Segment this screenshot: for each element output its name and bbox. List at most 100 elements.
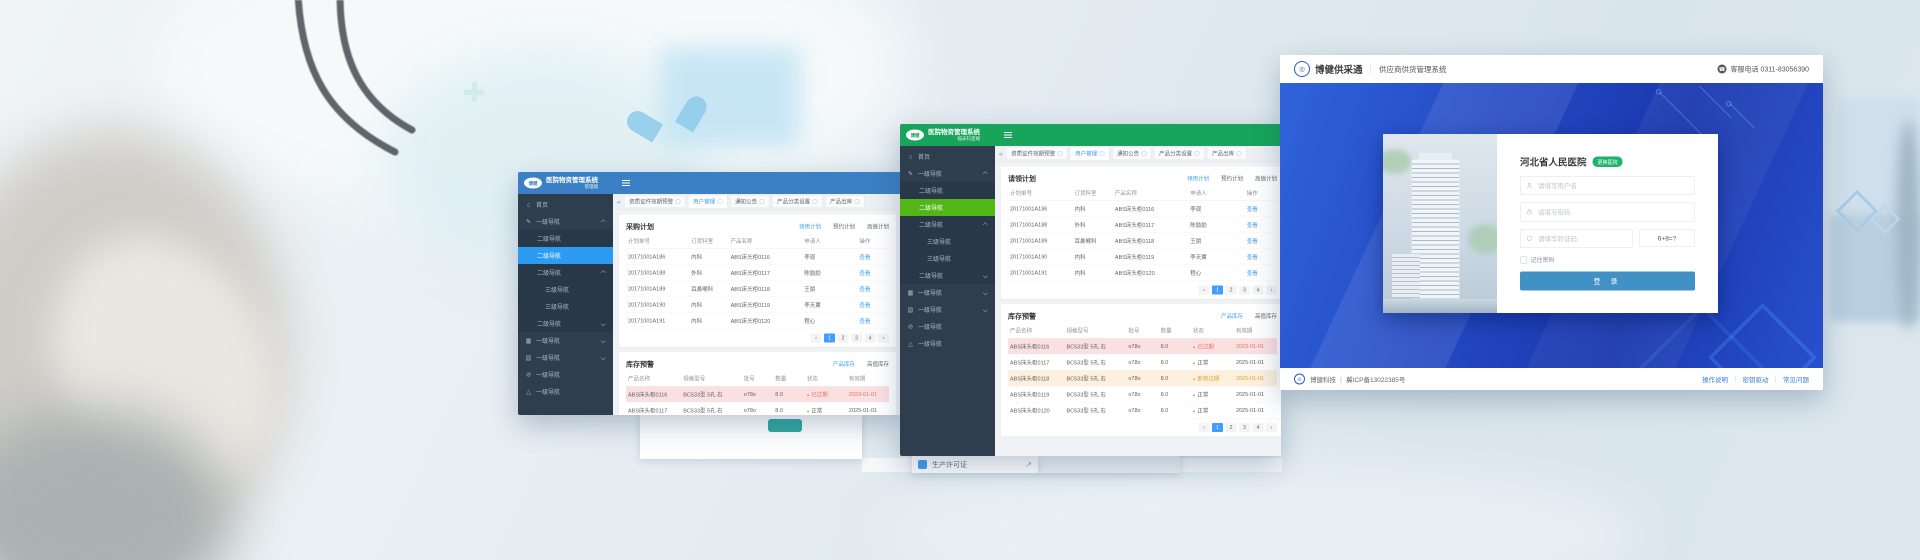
tab-4[interactable]: 产品出库 — [825, 195, 865, 208]
footer-link-key-driver[interactable]: 密钥驱动 — [1742, 374, 1768, 384]
page-prev[interactable]: ‹ — [1199, 286, 1210, 295]
sidebar-item-3[interactable]: 二级导航 — [518, 247, 613, 264]
collapse-tabs-icon[interactable]: « — [617, 198, 621, 206]
page-2[interactable]: 2 — [838, 334, 849, 343]
sidebar-item-10[interactable]: ⊘一级导航 — [518, 366, 613, 383]
tab-close-icon[interactable] — [676, 199, 681, 204]
sidebar-item-10[interactable]: ⊘一级导航 — [900, 318, 995, 335]
tab-close-icon[interactable] — [718, 199, 723, 204]
sidebar-item-label: 一级导航 — [536, 353, 560, 362]
tab-close-icon[interactable] — [855, 199, 860, 204]
page-3[interactable]: 3 — [1239, 286, 1250, 295]
sidebar-item-8[interactable]: ▦一级导航 — [900, 284, 995, 301]
sidebar-item-2[interactable]: 二级导航 — [518, 230, 613, 247]
page-2[interactable]: 2 — [1226, 286, 1237, 295]
tab-0[interactable]: 资质证件效期预警 — [624, 195, 686, 208]
view-link[interactable]: 查看 — [859, 302, 870, 308]
hospital-badge[interactable]: 更换医院 — [1593, 157, 1623, 168]
sidebar-item-6[interactable]: 三级导航 — [518, 298, 613, 315]
sidebar-item-11[interactable]: △一级导航 — [518, 383, 613, 400]
view-link[interactable]: 查看 — [859, 270, 870, 276]
tab-close-icon[interactable] — [760, 199, 765, 204]
page-1[interactable]: 1 — [824, 334, 835, 343]
card-link-2[interactable]: 高值计划 — [867, 223, 889, 231]
captcha-field[interactable] — [1537, 234, 1627, 243]
sidebar-item-9[interactable]: ▤一级导航 — [518, 349, 613, 366]
sidebar-item-2[interactable]: 二级导航 — [900, 182, 995, 199]
tab-close-icon[interactable] — [1058, 151, 1063, 156]
sidebar-item-11[interactable]: △一级导航 — [900, 335, 995, 352]
page-1[interactable]: 1 — [1212, 286, 1223, 295]
footer-link-faq[interactable]: 常见问题 — [1783, 374, 1809, 384]
tab-close-icon[interactable] — [813, 199, 818, 204]
page-prev[interactable]: ‹ — [811, 334, 822, 343]
view-link[interactable]: 查看 — [1247, 206, 1258, 212]
page-next[interactable]: › — [1266, 286, 1277, 295]
page-next[interactable]: › — [1266, 423, 1277, 432]
tab-0[interactable]: 资质证件效期预警 — [1006, 147, 1068, 160]
card-link-1[interactable]: 高值库存 — [1255, 312, 1277, 320]
tab-close-icon[interactable] — [1142, 151, 1147, 156]
page-next[interactable]: › — [878, 334, 889, 343]
view-link[interactable]: 查看 — [1247, 254, 1258, 260]
page-3[interactable]: 3 — [1239, 423, 1250, 432]
footer-link-help[interactable]: 操作说明 — [1702, 374, 1728, 384]
username-field[interactable] — [1537, 181, 1689, 190]
collapse-tabs-icon[interactable]: « — [999, 150, 1003, 158]
hamburger-icon[interactable] — [622, 183, 630, 184]
view-link[interactable]: 查看 — [859, 254, 870, 260]
tab-3[interactable]: 产品分类设置 — [772, 195, 823, 208]
tab-1[interactable]: 用户管理 — [688, 195, 728, 208]
view-link[interactable]: 查看 — [1247, 222, 1258, 228]
page-4[interactable]: 4 — [1253, 423, 1264, 432]
sidebar-item-1[interactable]: ✎一级导航 — [518, 213, 613, 230]
card-link-1[interactable]: 高值库存 — [867, 360, 889, 368]
sidebar-item-0[interactable]: ⌂首页 — [900, 148, 995, 165]
license-list-item[interactable]: 生产许可证 ↗ — [912, 456, 1038, 473]
hamburger-icon[interactable] — [1004, 135, 1012, 136]
tab-2[interactable]: 通知公告 — [730, 195, 770, 208]
view-link[interactable]: 查看 — [1247, 270, 1258, 276]
sidebar-item-7[interactable]: 二级导航 — [518, 315, 613, 332]
tab-close-icon[interactable] — [1195, 151, 1200, 156]
captcha-question[interactable]: 6+8=? — [1639, 229, 1695, 247]
login-button[interactable]: 登 录 — [1520, 272, 1695, 291]
card-link-0[interactable]: 领用计划 — [1187, 175, 1209, 183]
view-link[interactable]: 查看 — [1247, 238, 1258, 244]
tab-close-icon[interactable] — [1100, 151, 1105, 156]
sidebar-item-3[interactable]: 二级导航 — [900, 199, 995, 216]
tab-3[interactable]: 产品分类设置 — [1154, 147, 1205, 160]
view-link[interactable]: 查看 — [859, 318, 870, 324]
sidebar-item-0[interactable]: ⌂首页 — [518, 196, 613, 213]
password-field[interactable] — [1537, 208, 1689, 217]
card-link-0[interactable]: 领用计划 — [799, 223, 821, 231]
tab-1[interactable]: 用户管理 — [1070, 147, 1110, 160]
tab-2[interactable]: 通知公告 — [1112, 147, 1152, 160]
card-link-2[interactable]: 高值计划 — [1255, 175, 1277, 183]
tab-4[interactable]: 产品出库 — [1207, 147, 1247, 160]
sidebar-item-5[interactable]: 三级导航 — [900, 233, 995, 250]
sidebar-item-4[interactable]: 二级导航 — [900, 216, 995, 233]
remember-checkbox[interactable] — [1520, 256, 1527, 263]
page-1[interactable]: 1 — [1212, 423, 1223, 432]
sidebar-item-5[interactable]: 三级导航 — [518, 281, 613, 298]
expand-icon[interactable]: ↗ — [1025, 460, 1032, 469]
fragment-button[interactable] — [768, 419, 802, 432]
sidebar-item-6[interactable]: 三级导航 — [900, 250, 995, 267]
sidebar-item-4[interactable]: 二级导航 — [518, 264, 613, 281]
card-link-0[interactable]: 产品库存 — [1221, 312, 1243, 320]
card-link-1[interactable]: 预约计划 — [833, 223, 855, 231]
sidebar-item-8[interactable]: ▦一级导航 — [518, 332, 613, 349]
card-link-1[interactable]: 预约计划 — [1221, 175, 1243, 183]
page-prev[interactable]: ‹ — [1199, 423, 1210, 432]
page-2[interactable]: 2 — [1226, 423, 1237, 432]
tab-close-icon[interactable] — [1237, 151, 1242, 156]
page-3[interactable]: 3 — [851, 334, 862, 343]
sidebar-item-9[interactable]: ▤一级导航 — [900, 301, 995, 318]
sidebar-item-1[interactable]: ✎一级导航 — [900, 165, 995, 182]
sidebar-item-7[interactable]: 二级导航 — [900, 267, 995, 284]
page-4[interactable]: 4 — [865, 334, 876, 343]
page-4[interactable]: 4 — [1253, 286, 1264, 295]
view-link[interactable]: 查看 — [859, 286, 870, 292]
card-link-0[interactable]: 产品库存 — [833, 360, 855, 368]
